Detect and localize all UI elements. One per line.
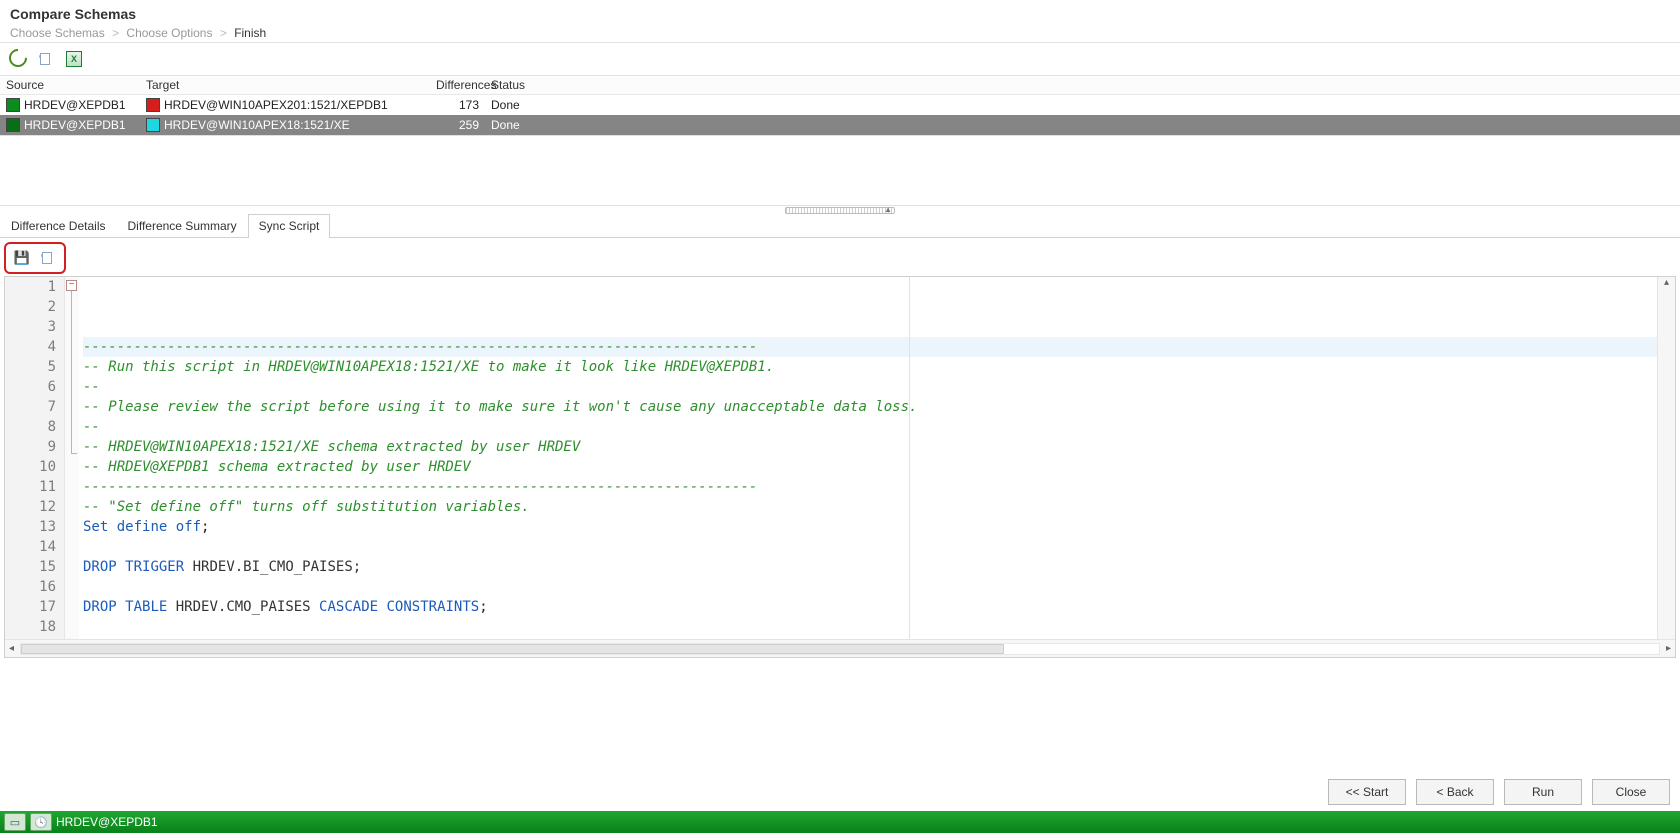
code-line[interactable]: [83, 537, 1657, 557]
col-header-status[interactable]: Status: [485, 76, 1680, 94]
table-row[interactable]: HRDEV@XEPDB1 HRDEV@WIN10APEX201:1521/XEPD…: [0, 95, 1680, 115]
differences-count: 259: [430, 116, 485, 134]
line-number: 5: [5, 357, 56, 377]
status-value: Done: [485, 116, 1680, 134]
page-title: Compare Schemas: [10, 6, 1670, 22]
save-script-button[interactable]: 💾: [12, 248, 32, 268]
col-header-source[interactable]: Source: [0, 76, 140, 94]
line-number: 17: [5, 597, 56, 617]
excel-icon: X: [66, 51, 82, 67]
edit-icon: [38, 51, 54, 67]
statusbar-messages-icon[interactable]: ▭: [4, 813, 26, 831]
script-editor[interactable]: 123456789101112131415161718 − ----------…: [4, 276, 1676, 658]
breadcrumb-step-3: Finish: [234, 26, 266, 40]
col-header-target[interactable]: Target: [140, 76, 430, 94]
code-line[interactable]: DROP SEQUENCE HRDEV.CMO_PAISES_SEQ;: [83, 637, 1657, 639]
code-line[interactable]: DROP TABLE HRDEV.CMO_PAISES CASCADE CONS…: [83, 597, 1657, 617]
start-button[interactable]: << Start: [1328, 779, 1406, 805]
save-icon: 💾: [14, 250, 30, 266]
code-line[interactable]: Set define off;: [83, 517, 1657, 537]
target-label: HRDEV@WIN10APEX201:1521/XEPDB1: [164, 98, 388, 112]
edit-icon: [40, 250, 56, 266]
status-value: Done: [485, 96, 1680, 114]
line-number: 12: [5, 497, 56, 517]
back-button[interactable]: < Back: [1416, 779, 1494, 805]
tab-difference-details[interactable]: Difference Details: [0, 214, 117, 237]
detail-tabs: Difference DetailsDifference SummarySync…: [0, 214, 1680, 238]
source-label: HRDEV@XEPDB1: [24, 98, 126, 112]
fold-toggle[interactable]: −: [66, 280, 77, 291]
line-number: 3: [5, 317, 56, 337]
line-number: 10: [5, 457, 56, 477]
source-swatch: [6, 118, 20, 132]
breadcrumb-step-1[interactable]: Choose Schemas: [10, 26, 105, 40]
code-line[interactable]: [83, 617, 1657, 637]
comparison-table: Source Target Differences Status HRDEV@X…: [0, 76, 1680, 136]
source-label: HRDEV@XEPDB1: [24, 118, 126, 132]
line-number: 15: [5, 557, 56, 577]
target-label: HRDEV@WIN10APEX18:1521/XE: [164, 118, 350, 132]
line-number: 11: [5, 477, 56, 497]
line-number: 9: [5, 437, 56, 457]
horizontal-scrollbar[interactable]: ◂ ▸: [5, 639, 1675, 657]
export-excel-button[interactable]: X: [64, 49, 84, 69]
refresh-icon: [9, 49, 27, 70]
line-number: 2: [5, 297, 56, 317]
line-number: 13: [5, 517, 56, 537]
line-number: 14: [5, 537, 56, 557]
line-number: 8: [5, 417, 56, 437]
statusbar-clock-icon[interactable]: 🕓: [30, 813, 52, 831]
code-line[interactable]: -- Please review the script before using…: [83, 397, 1657, 417]
edit-script-button[interactable]: [38, 248, 58, 268]
code-line[interactable]: -- "Set define off" turns off substituti…: [83, 497, 1657, 517]
code-line[interactable]: [83, 577, 1657, 597]
breadcrumb-step-2[interactable]: Choose Options: [126, 26, 212, 40]
code-line[interactable]: DROP TRIGGER HRDEV.BI_CMO_PAISES;: [83, 557, 1657, 577]
statusbar-connection: HRDEV@XEPDB1: [56, 815, 158, 829]
edit-button[interactable]: [36, 49, 56, 69]
code-line[interactable]: -- HRDEV@WIN10APEX18:1521/XE schema extr…: [83, 437, 1657, 457]
code-line[interactable]: --: [83, 417, 1657, 437]
line-number: 4: [5, 337, 56, 357]
col-header-differences[interactable]: Differences: [430, 76, 485, 94]
tab-sync-script[interactable]: Sync Script: [248, 214, 331, 238]
close-button[interactable]: Close: [1592, 779, 1670, 805]
run-button[interactable]: Run: [1504, 779, 1582, 805]
script-toolbar: 💾: [4, 242, 66, 274]
code-line[interactable]: ----------------------------------------…: [83, 477, 1657, 497]
differences-count: 173: [430, 96, 485, 114]
line-number: 1: [5, 277, 56, 297]
tab-difference-summary[interactable]: Difference Summary: [117, 214, 248, 237]
status-bar: ▭ 🕓 HRDEV@XEPDB1: [0, 811, 1680, 833]
line-number: 7: [5, 397, 56, 417]
code-line[interactable]: -- HRDEV@XEPDB1 schema extracted by user…: [83, 457, 1657, 477]
source-swatch: [6, 98, 20, 112]
breadcrumb: Choose Schemas > Choose Options > Finish: [10, 26, 1670, 40]
line-number: 16: [5, 577, 56, 597]
vertical-scrollbar[interactable]: [1657, 277, 1675, 639]
code-line[interactable]: ----------------------------------------…: [83, 337, 1657, 357]
splitter-handle[interactable]: [0, 206, 1680, 214]
line-number: 6: [5, 377, 56, 397]
target-swatch: [146, 118, 160, 132]
target-swatch: [146, 98, 160, 112]
main-toolbar: X: [0, 42, 1680, 76]
line-number: 18: [5, 617, 56, 637]
code-line[interactable]: -- Run this script in HRDEV@WIN10APEX18:…: [83, 357, 1657, 377]
code-line[interactable]: --: [83, 377, 1657, 397]
refresh-button[interactable]: [8, 49, 28, 69]
table-row[interactable]: HRDEV@XEPDB1 HRDEV@WIN10APEX18:1521/XE 259…: [0, 115, 1680, 135]
